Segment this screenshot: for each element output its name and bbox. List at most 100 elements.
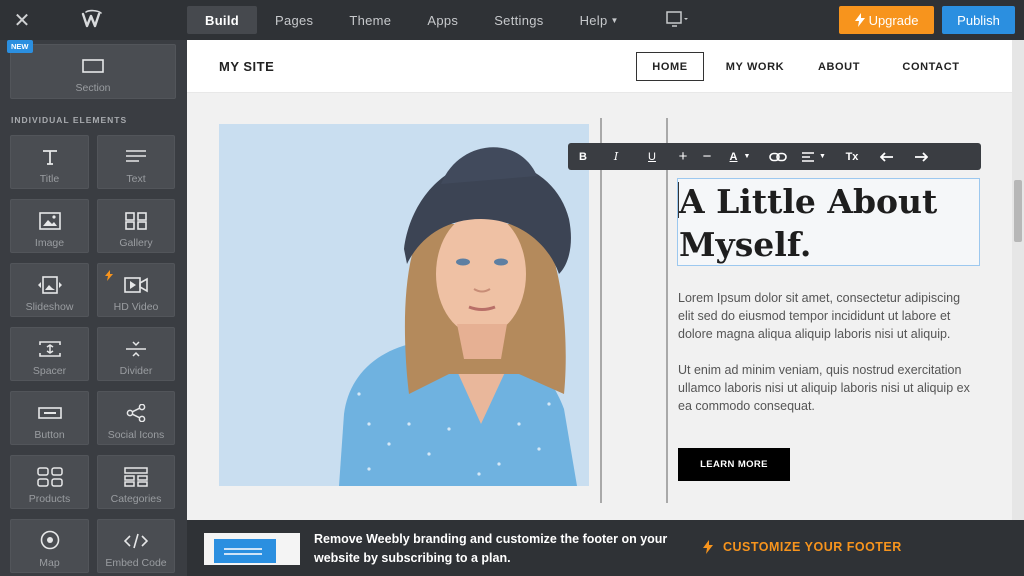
element-text-label: Text	[126, 173, 146, 185]
underline-button[interactable]: U	[634, 143, 670, 170]
lightning-icon	[703, 540, 713, 554]
site-title[interactable]: MY SITE	[219, 59, 274, 74]
italic-button[interactable]: I	[598, 143, 634, 170]
link-button[interactable]	[762, 143, 794, 170]
customize-footer-link[interactable]: CUSTOMIZE YOUR FOOTER	[703, 540, 902, 554]
upgrade-button[interactable]: Upgrade	[839, 6, 934, 34]
element-slideshow-label: Slideshow	[25, 301, 74, 313]
main-nav: Build Pages Theme Apps Settings Help ▼	[187, 6, 637, 34]
text-color-button[interactable]: A ▼	[718, 143, 762, 170]
element-hd-video-label: HD Video	[113, 301, 159, 313]
element-slideshow[interactable]: Slideshow	[10, 263, 89, 317]
elements-sidebar: NEW Section INDIVIDUAL ELEMENTS Title Te…	[0, 40, 187, 576]
text-cursor	[678, 182, 679, 218]
element-image[interactable]: Image	[10, 199, 89, 253]
canvas-scrollbar[interactable]	[1012, 40, 1024, 520]
weebly-logo-icon[interactable]	[80, 9, 106, 31]
element-button[interactable]: Button	[10, 391, 89, 445]
about-paragraph-2[interactable]: Ut enim ad minim veniam, quis nostrud ex…	[678, 361, 978, 416]
title-icon	[41, 146, 59, 168]
top-bar: ✕ Build Pages Theme Apps Settings Help ▼…	[0, 0, 1024, 40]
element-section[interactable]: Section	[10, 44, 176, 99]
about-heading[interactable]: A Little About Myself.	[679, 180, 979, 266]
align-button[interactable]: ▼	[794, 143, 834, 170]
element-embed-code-label: Embed Code	[105, 557, 167, 569]
gallery-icon	[125, 210, 147, 232]
element-button-label: Button	[34, 429, 65, 441]
bold-button[interactable]: B	[568, 143, 598, 170]
tab-apps[interactable]: Apps	[409, 6, 476, 34]
scrollbar-thumb[interactable]	[1014, 180, 1022, 242]
section-icon	[82, 55, 104, 77]
share-icon	[126, 402, 146, 424]
element-divider-label: Divider	[119, 365, 153, 377]
footer-preview-thumbnail	[204, 533, 300, 565]
text-format-toolbar: B I U + − A ▼ ▼ Tx	[568, 143, 981, 170]
element-title[interactable]: Title	[10, 135, 89, 189]
redo-icon	[915, 151, 928, 162]
spacer-icon	[38, 338, 61, 360]
tab-settings[interactable]: Settings	[476, 6, 561, 34]
button-icon	[37, 402, 62, 424]
premium-lightning-icon	[105, 270, 113, 281]
element-gallery[interactable]: Gallery	[97, 199, 175, 253]
site-nav-home[interactable]: HOME	[636, 52, 704, 81]
element-social-icons-label: Social Icons	[107, 429, 165, 441]
element-gallery-label: Gallery	[119, 237, 153, 249]
font-size-decrease-button[interactable]: −	[696, 143, 718, 170]
element-divider[interactable]: Divider	[97, 327, 175, 381]
element-map[interactable]: Map	[10, 519, 89, 573]
element-embed-code[interactable]: Embed Code	[97, 519, 175, 573]
clear-formatting-button[interactable]: Tx	[834, 143, 870, 170]
tab-pages[interactable]: Pages	[257, 6, 331, 34]
divider-icon	[125, 338, 147, 360]
code-icon	[124, 530, 148, 552]
profile-photo[interactable]	[219, 124, 589, 486]
font-size-increase-button[interactable]: +	[670, 143, 696, 170]
element-title-label: Title	[39, 173, 60, 185]
close-icon[interactable]: ✕	[10, 8, 34, 32]
tab-build[interactable]: Build	[187, 6, 257, 34]
column-divider-right[interactable]	[666, 118, 668, 503]
element-spacer[interactable]: Spacer	[10, 327, 89, 381]
learn-more-button[interactable]: LEARN MORE	[678, 448, 790, 481]
site-header: MY SITE HOME MY WORK ABOUT CONTACT	[187, 40, 1012, 93]
caret-down-icon: ▼	[819, 153, 826, 160]
element-categories[interactable]: Categories	[97, 455, 175, 509]
element-social-icons[interactable]: Social Icons	[97, 391, 175, 445]
element-products[interactable]: Products	[10, 455, 89, 509]
site-nav-about[interactable]: ABOUT	[810, 52, 868, 81]
tab-theme[interactable]: Theme	[331, 6, 409, 34]
undo-button[interactable]	[870, 143, 904, 170]
caret-down-icon: ▼	[743, 153, 751, 160]
caret-down-icon: ▼	[610, 15, 619, 25]
footer-message: Remove Weebly branding and customize the…	[314, 532, 668, 565]
individual-elements-heading: INDIVIDUAL ELEMENTS	[11, 115, 128, 125]
redo-button[interactable]	[904, 143, 938, 170]
upgrade-label: Upgrade	[868, 12, 919, 28]
desktop-preview-icon[interactable]	[666, 11, 690, 29]
about-heading-line-2: Myself.	[679, 225, 812, 264]
slideshow-icon	[35, 274, 65, 296]
element-section-label: Section	[75, 82, 111, 94]
element-image-label: Image	[34, 237, 65, 249]
map-pin-icon	[40, 530, 60, 552]
publish-button[interactable]: Publish	[942, 6, 1015, 34]
element-text[interactable]: Text	[97, 135, 175, 189]
column-divider-left[interactable]	[600, 118, 602, 503]
categories-icon	[124, 466, 148, 488]
link-icon	[769, 152, 787, 161]
text-color-label: A	[729, 150, 738, 163]
about-paragraph-1[interactable]: Lorem Ipsum dolor sit amet, consectetur …	[678, 289, 978, 344]
products-icon	[36, 466, 63, 488]
tab-help-label: Help	[579, 12, 608, 28]
editor-canvas[interactable]: MY SITE HOME MY WORK ABOUT CONTACT B I U…	[187, 40, 1012, 520]
tab-help[interactable]: Help ▼	[562, 6, 637, 34]
site-nav-contact[interactable]: CONTACT	[892, 52, 970, 81]
align-left-icon	[802, 151, 815, 162]
new-badge: NEW	[7, 40, 33, 53]
image-icon	[38, 210, 61, 232]
site-nav-my-work[interactable]: MY WORK	[717, 52, 793, 81]
customize-footer-label: CUSTOMIZE YOUR FOOTER	[723, 540, 902, 554]
element-hd-video[interactable]: HD Video	[97, 263, 175, 317]
